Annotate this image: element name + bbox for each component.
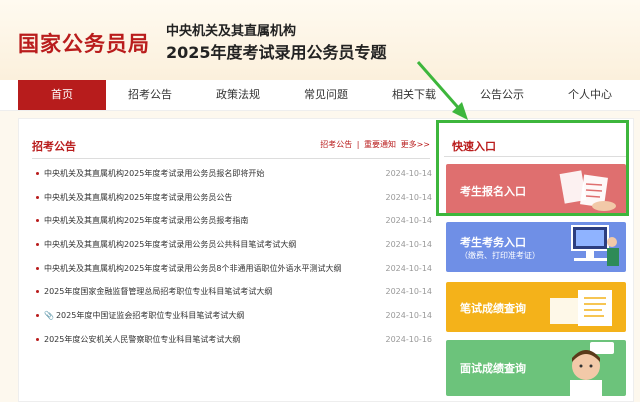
- list-item-title[interactable]: 中央机关及其直属机构2025年度考试录用公务员8个非通用语职位外语水平测试大纲: [44, 264, 341, 273]
- candidate-exam-affairs-button[interactable]: 考生考务入口 （缴费、打印准考证）: [446, 222, 626, 272]
- list-item[interactable]: 2025年度国家金融监督管理总局招考职位专业科目笔试考试大纲 2024-10-1…: [36, 280, 432, 304]
- list-item[interactable]: 中央机关及其直属机构2025年度考试录用公务员报考指南 2024-10-14: [36, 209, 432, 233]
- tab-announcements[interactable]: 招考公告: [320, 140, 352, 149]
- bullet-icon: [36, 314, 39, 318]
- interviewee-illustration-icon: [570, 342, 614, 396]
- list-item-title[interactable]: 中央机关及其直属机构2025年度考试录用公务员公告: [44, 193, 232, 202]
- list-item-date: 2024-10-14: [385, 192, 433, 202]
- bullet-icon: [36, 172, 39, 175]
- bullet-icon: [36, 266, 39, 270]
- card-sublabel: （缴费、打印准考证）: [460, 251, 540, 260]
- list-item-title[interactable]: 中央机关及其直属机构2025年度考试录用公务员报名即将开始: [44, 169, 264, 178]
- header-subtitle-1: 中央机关及其直属机构: [166, 24, 297, 39]
- list-item[interactable]: 中央机关及其直属机构2025年度考试录用公务员公告 2024-10-14: [36, 186, 432, 210]
- list-item[interactable]: 中央机关及其直属机构2025年度考试录用公务员公共科目笔试考试大纲 2024-1…: [36, 233, 432, 257]
- attachment-icon: 📎: [44, 311, 54, 321]
- list-item-date: 2024-10-14: [385, 263, 433, 273]
- bullet-icon: [36, 243, 39, 247]
- site-logo[interactable]: 国家公务员局: [18, 28, 150, 58]
- nav-item-downloads[interactable]: 相关下载: [374, 80, 454, 110]
- list-item-title[interactable]: 2025年度公安机关人民警察职位专业科目笔试考试大纲: [44, 335, 240, 344]
- list-item-title[interactable]: 2025年度中国证监会招考职位专业科目笔试考试大纲: [56, 311, 244, 320]
- card-label: 考生考务入口: [460, 236, 526, 249]
- announcements-title: 招考公告: [32, 140, 76, 153]
- list-item-date: 2024-10-14: [385, 287, 433, 297]
- bullet-icon: [36, 219, 39, 223]
- nav-item-policies[interactable]: 政策法规: [198, 80, 278, 110]
- bullet-icon: [36, 337, 39, 341]
- header-subtitle-2: 2025年度考试录用公务员专题: [166, 43, 387, 62]
- card-label: 笔试成绩查询: [460, 302, 526, 315]
- list-item-date: 2024-10-14: [385, 169, 433, 178]
- list-item-title[interactable]: 中央机关及其直属机构2025年度考试录用公务员公共科目笔试考试大纲: [44, 240, 296, 249]
- tab-separator: |: [356, 140, 360, 149]
- nav-item-personal-center[interactable]: 个人中心: [550, 80, 630, 110]
- nav-item-home[interactable]: 首页: [18, 80, 106, 110]
- list-item-date: 2024-10-14: [385, 216, 433, 226]
- tab-important-notices[interactable]: 重要通知: [364, 140, 396, 149]
- nav-item-notices[interactable]: 公告公示: [462, 80, 542, 110]
- card-label: 面试成绩查询: [460, 362, 526, 375]
- more-link[interactable]: 更多>>: [401, 140, 430, 149]
- highlight-box: [436, 120, 629, 216]
- announcements-header: 招考公告 招考公告 | 重要通知 更多>>: [32, 138, 430, 159]
- list-item[interactable]: 中央机关及其直属机构2025年度考试录用公务员8个非通用语职位外语水平测试大纲 …: [36, 257, 432, 281]
- list-item-title[interactable]: 中央机关及其直属机构2025年度考试录用公务员报考指南: [44, 216, 248, 225]
- main-nav: 首页 招考公告 政策法规 常见问题 相关下载 公告公示 个人中心: [0, 80, 640, 111]
- exam-paper-illustration-icon: [550, 290, 612, 326]
- list-item-date: 2024-10-16: [385, 334, 433, 344]
- computer-user-illustration-icon: [571, 225, 619, 266]
- list-item-title[interactable]: 2025年度国家金融监督管理总局招考职位专业科目笔试考试大纲: [44, 287, 272, 296]
- written-exam-score-query-button[interactable]: 笔试成绩查询: [446, 282, 626, 332]
- list-item[interactable]: 中央机关及其直属机构2025年度考试录用公务员报名即将开始 2024-10-14: [36, 162, 432, 186]
- list-item[interactable]: 2025年度公安机关人民警察职位专业科目笔试考试大纲 2024-10-16: [36, 328, 432, 352]
- nav-item-announcements[interactable]: 招考公告: [110, 80, 190, 110]
- interview-score-query-button[interactable]: 面试成绩查询: [446, 340, 626, 396]
- list-item-date: 2024-10-14: [385, 240, 433, 250]
- announcements-list: 中央机关及其直属机构2025年度考试录用公务员报名即将开始 2024-10-14…: [36, 162, 432, 352]
- bullet-icon: [36, 290, 39, 294]
- nav-item-faq[interactable]: 常见问题: [286, 80, 366, 110]
- announcements-tabs: 招考公告 | 重要通知 更多>>: [318, 139, 430, 150]
- bullet-icon: [36, 195, 39, 199]
- list-item-date: 2024-10-14: [385, 311, 433, 321]
- site-header: 国家公务员局 中央机关及其直属机构 2025年度考试录用公务员专题: [0, 0, 640, 80]
- list-item[interactable]: 📎 2025年度中国证监会招考职位专业科目笔试考试大纲 2024-10-14: [36, 304, 432, 328]
